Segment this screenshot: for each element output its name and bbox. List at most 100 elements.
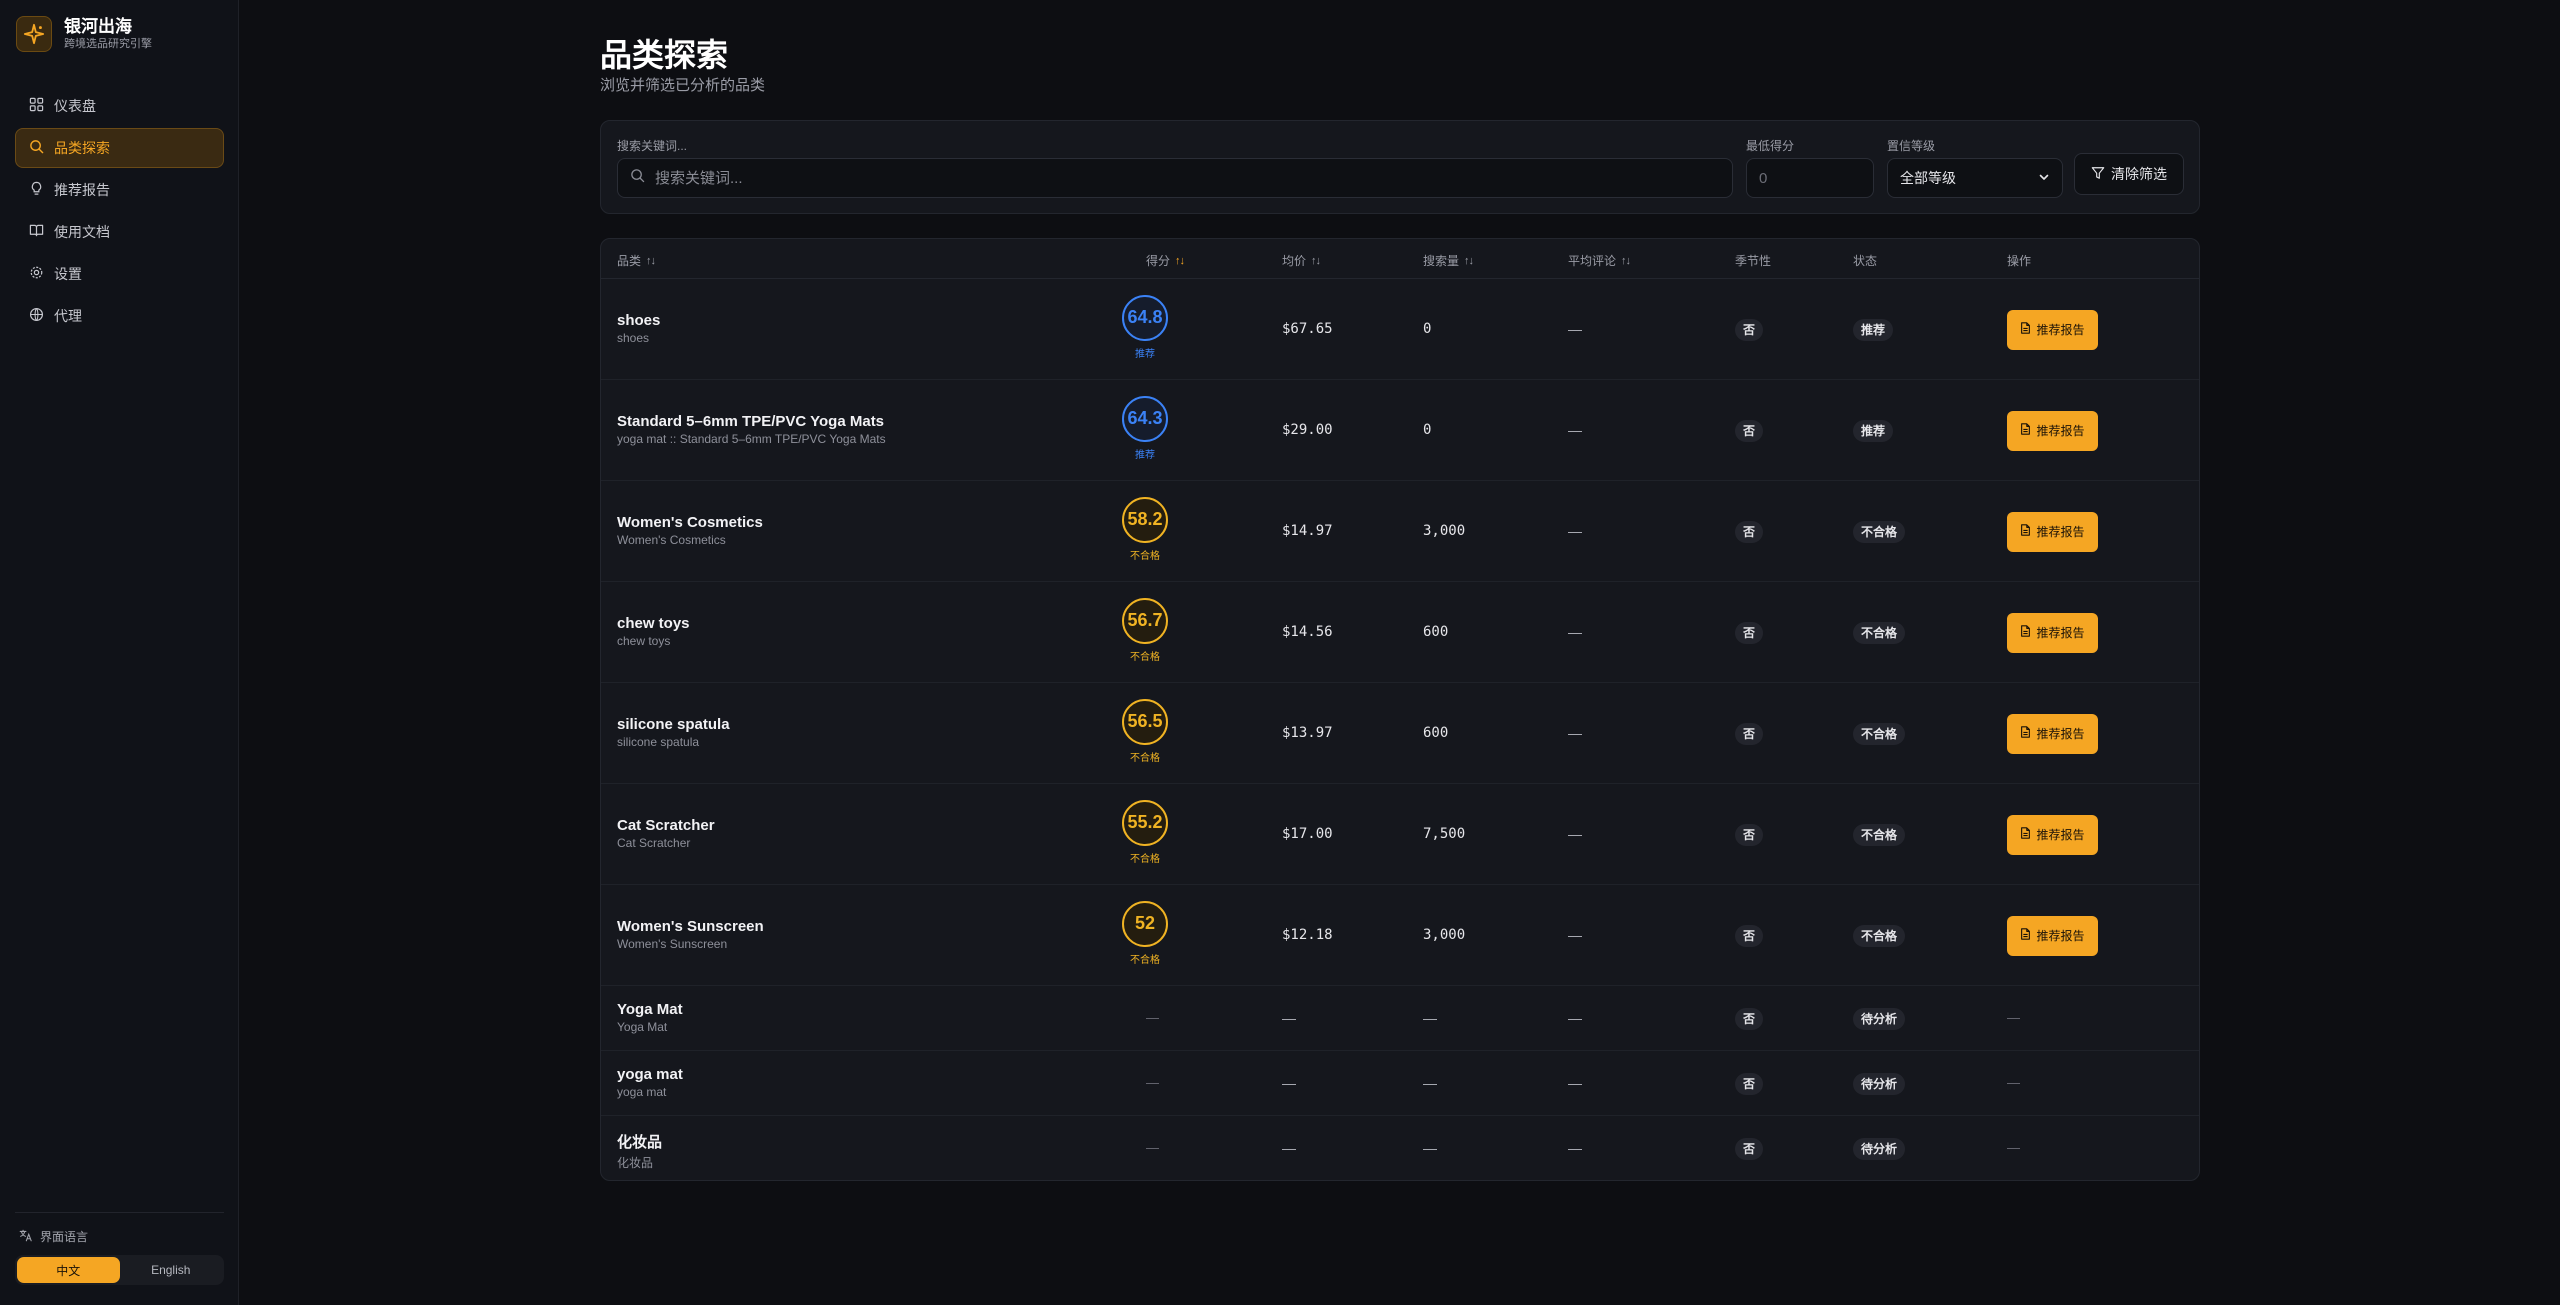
reviews-cell: —	[1568, 421, 1582, 438]
page-title: 品类探索	[600, 37, 729, 73]
chevron-down-icon	[2038, 170, 2050, 186]
table-row[interactable]: shoes shoes 64.8 推荐 $67.65 0— 否推荐 推荐报告	[601, 279, 2199, 380]
category-table: 品类 ↑↓ 得分 ↑↓ 均价 ↑↓ 搜索量 ↑↓ 平均评论 ↑↓ 季节性 状态 操作 sh…	[600, 238, 2200, 1181]
status-badge: 待分析	[1853, 1137, 1906, 1160]
column-header-reviews[interactable]: 平均评论 ↑↓	[1568, 252, 1631, 269]
sidebar-nav: 仪表盘 品类探索 推荐报告 使用文档 设置 代理	[15, 86, 224, 338]
column-header-category[interactable]: 品类 ↑↓	[617, 252, 656, 269]
score-tag: 不合格	[1130, 954, 1160, 966]
status-badge: 推荐	[1853, 318, 1894, 341]
level-select-value: 全部等级	[1900, 170, 1956, 186]
price-cell: —	[1282, 1074, 1296, 1091]
sidebar-item-proxy[interactable]: 代理	[15, 296, 224, 336]
column-header-label: 品类	[617, 254, 642, 268]
document-icon	[2020, 827, 2031, 842]
sidebar-item-category-explore[interactable]: 品类探索	[15, 128, 224, 168]
report-button-label: 推荐报告	[2036, 525, 2085, 539]
clear-filters-button[interactable]: 清除筛选	[2074, 153, 2184, 195]
search-volume-cell: 3,000	[1423, 926, 1466, 943]
category-cell: Women's Cosmetics Women's Cosmetics	[617, 514, 763, 547]
column-header-label: 操作	[2007, 254, 2032, 268]
price-cell: $29.00	[1282, 421, 1333, 438]
score-cell: 55.2 不合格	[1115, 799, 1175, 865]
table-row[interactable]: Yoga Mat Yoga Mat — — — — 否 待分析 —	[601, 986, 2199, 1051]
language-option-en[interactable]: English	[120, 1257, 223, 1283]
status-cell: 不合格	[1853, 823, 1906, 846]
report-button[interactable]: 推荐报告	[2007, 410, 2098, 451]
sort-icon: ↑↓	[1621, 254, 1631, 267]
column-header-score[interactable]: 得分 ↑↓	[1146, 252, 1185, 269]
table-row[interactable]: Cat Scratcher Cat Scratcher 55.2 不合格 $17…	[601, 784, 2199, 885]
category-name: yoga mat	[617, 1065, 683, 1083]
column-header-price[interactable]: 均价 ↑↓	[1282, 252, 1321, 269]
sidebar-item-reports[interactable]: 推荐报告	[15, 170, 224, 210]
score-circle: 52	[1122, 900, 1168, 947]
status-cell: 待分析	[1853, 1007, 1906, 1030]
reviews-cell: —	[1568, 1139, 1582, 1156]
price-cell: $17.00	[1282, 825, 1333, 842]
category-name: Women's Sunscreen	[617, 917, 764, 935]
table-row[interactable]: 化妆品 化妆品 — — — — 否 待分析 —	[601, 1116, 2199, 1180]
reviews-cell: —	[1568, 522, 1582, 539]
column-header-label: 得分	[1146, 254, 1171, 268]
sidebar-item-label: 品类探索	[54, 140, 110, 156]
table-row[interactable]: yoga mat yoga mat — — — — 否 待分析 —	[601, 1051, 2199, 1116]
table-row[interactable]: Standard 5–6mm TPE/PVC Yoga Mats yoga ma…	[601, 380, 2199, 481]
category-subtitle: Women's Cosmetics	[617, 532, 726, 547]
category-name: Yoga Mat	[617, 1000, 683, 1018]
table-row[interactable]: Women's Sunscreen Women's Sunscreen 52 不…	[601, 885, 2199, 986]
report-button[interactable]: 推荐报告	[2007, 511, 2098, 552]
search-volume-cell: 7,500	[1423, 825, 1466, 842]
lightbulb-icon	[29, 181, 44, 199]
price-cell: $13.97	[1282, 724, 1333, 741]
document-icon	[2020, 726, 2031, 741]
category-subtitle: yoga mat :: Standard 5–6mm TPE/PVC Yoga …	[617, 431, 886, 446]
column-header-search-volume[interactable]: 搜索量 ↑↓	[1423, 252, 1474, 269]
score-cell: 64.8 推荐	[1115, 294, 1175, 360]
table-row[interactable]: chew toys chew toys 56.7 不合格 $14.56 600 — 否…	[601, 582, 2199, 683]
sidebar-item-docs[interactable]: 使用文档	[15, 212, 224, 252]
min-score-input[interactable]	[1746, 158, 1874, 198]
seasonality-badge: 否	[1735, 520, 1764, 543]
seasonality-cell: 否	[1735, 1007, 1764, 1030]
level-select[interactable]: 全部等级	[1887, 158, 2063, 198]
sidebar: 银河出海 跨境选品研究引擎 仪表盘 品类探索 推荐报告 使用文档 设置 代理 界…	[0, 0, 239, 1305]
clear-filters-label: 清除筛选	[2111, 166, 2167, 182]
search-volume-cell: 3,000	[1423, 522, 1466, 539]
sidebar-item-dashboard[interactable]: 仪表盘	[15, 86, 224, 126]
report-button[interactable]: 推荐报告	[2007, 915, 2098, 956]
category-cell: Yoga Mat Yoga Mat	[617, 1001, 683, 1034]
filter-icon	[2091, 166, 2105, 183]
action-cell: —	[2007, 1139, 2020, 1155]
document-icon	[2020, 423, 2031, 438]
search-input[interactable]	[655, 169, 1655, 187]
sort-icon: ↑↓	[1464, 254, 1474, 267]
status-cell: 不合格	[1853, 621, 1906, 644]
column-header-action: 操作	[2007, 252, 2031, 269]
report-button-label: 推荐报告	[2036, 626, 2085, 640]
score-cell: 56.7 不合格	[1115, 597, 1175, 663]
reviews-cell: —	[1568, 1074, 1582, 1091]
category-subtitle: chew toys	[617, 633, 671, 648]
report-button[interactable]: 推荐报告	[2007, 713, 2098, 754]
search-volume-cell: —	[1423, 1009, 1437, 1026]
seasonality-badge: 否	[1735, 1007, 1764, 1030]
table-row[interactable]: silicone spatula silicone spatula 56.5 不…	[601, 683, 2199, 784]
report-button[interactable]: 推荐报告	[2007, 612, 2098, 653]
search-field[interactable]	[617, 158, 1733, 198]
category-cell: chew toys chew toys	[617, 615, 690, 648]
category-subtitle: shoes	[617, 330, 650, 345]
score-cell: —	[1146, 1009, 1159, 1025]
report-button[interactable]: 推荐报告	[2007, 814, 2098, 855]
category-subtitle: Yoga Mat	[617, 1019, 668, 1034]
sidebar-item-settings[interactable]: 设置	[15, 254, 224, 294]
report-button[interactable]: 推荐报告	[2007, 309, 2098, 350]
table-row[interactable]: Women's Cosmetics Women's Cosmetics 58.2…	[601, 481, 2199, 582]
brand-subtitle: 跨境选品研究引擎	[64, 38, 152, 50]
brand[interactable]: 银河出海 跨境选品研究引擎	[16, 16, 152, 52]
sidebar-item-label: 推荐报告	[54, 182, 110, 198]
category-cell: Cat Scratcher Cat Scratcher	[617, 817, 715, 850]
seasonality-badge: 否	[1735, 924, 1764, 947]
language-option-zh[interactable]: 中文	[17, 1257, 120, 1283]
table-header: 品类 ↑↓ 得分 ↑↓ 均价 ↑↓ 搜索量 ↑↓ 平均评论 ↑↓ 季节性 状态 操作	[601, 239, 2199, 279]
